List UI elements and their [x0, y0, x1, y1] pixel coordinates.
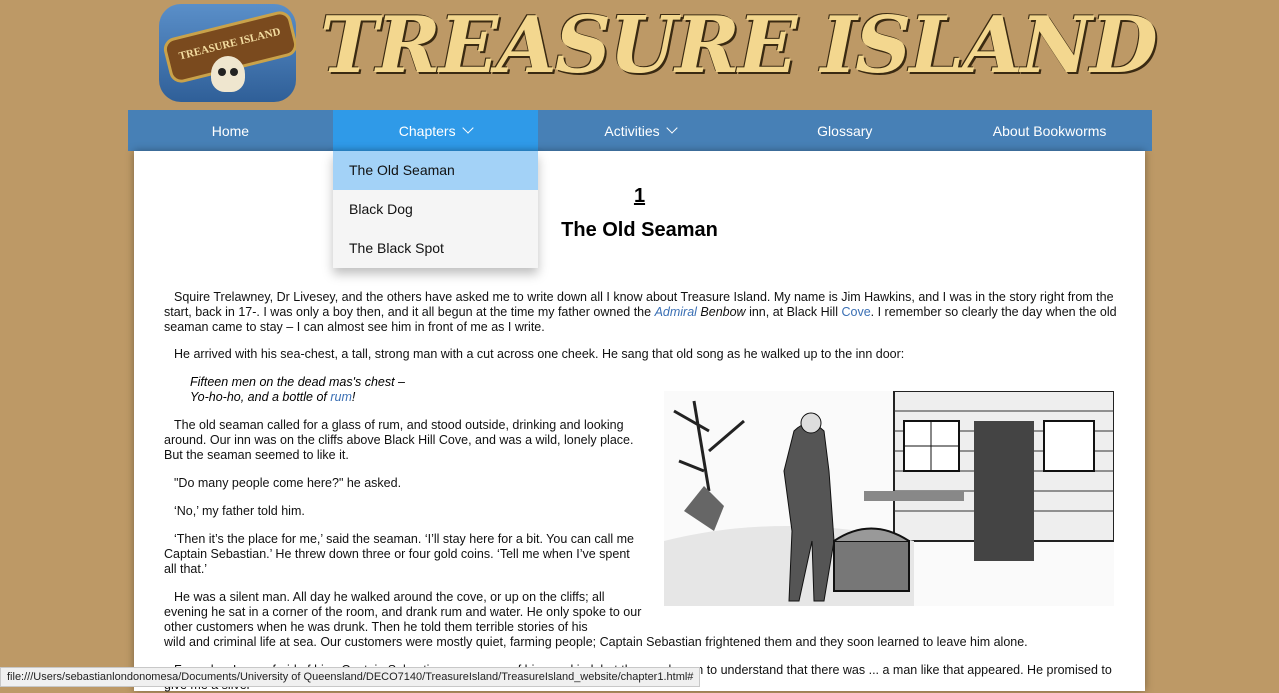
chevron-down-icon — [461, 122, 474, 134]
song-verse: Fifteen men on the dead mas's chest – Yo… — [190, 375, 405, 405]
dropdown-item-old-seaman[interactable]: The Old Seaman — [333, 151, 538, 190]
illustration-drawing — [664, 391, 1114, 606]
chapter-illustration — [664, 391, 1114, 606]
paragraph-text: He arrived with his sea-chest, a tall, s… — [174, 347, 905, 361]
paragraph: He arrived with his sea-chest, a tall, s… — [164, 347, 1124, 362]
paragraph-text: "Do many people come here?" he asked. — [174, 476, 402, 490]
nav-activities[interactable]: Activities — [538, 110, 743, 151]
nav-home-label: Home — [211, 122, 250, 139]
skull-icon — [211, 56, 245, 92]
nav-activities-label: Activities — [604, 122, 660, 139]
chevron-down-icon — [665, 122, 678, 134]
inn-name: Benbow — [696, 305, 746, 319]
verse-line: Fifteen men on the dead mas's chest – — [190, 375, 406, 389]
paragraph: ‘Then it’s the place for me,’ said the s… — [164, 532, 644, 577]
paragraph: Squire Trelawney, Dr Livesey, and the ot… — [164, 290, 1124, 335]
paragraph-text: ‘No,’ my father told him. — [174, 504, 305, 518]
glossary-link-cove[interactable]: Cove — [841, 305, 870, 319]
paragraph: ‘No,’ my father told him. — [164, 504, 644, 519]
paragraph-text: wild and criminal life at sea. Our custo… — [164, 635, 1028, 649]
glossary-link-admiral[interactable]: Admiral — [655, 305, 697, 319]
browser-status-url: file:///Users/sebastianlondonomesa/Docum… — [0, 667, 701, 687]
site-title: TREASURE ISLAND — [320, 0, 1158, 91]
verse-text: ! — [351, 390, 356, 404]
paragraph-text: The old seaman called for a glass of rum… — [164, 418, 634, 462]
nav-about-label: About Bookworms — [992, 122, 1107, 139]
main-nav: Home Chapters Activities Glossary About … — [128, 110, 1152, 151]
nav-chapters[interactable]: Chapters — [332, 110, 538, 151]
paragraph: wild and criminal life at sea. Our custo… — [164, 635, 1124, 650]
paragraph: He was a silent man. All day he walked a… — [164, 590, 644, 635]
chapter-title: The Old Seaman — [561, 219, 718, 241]
verse-text: Yo-ho-ho, and a bottle of — [190, 390, 331, 404]
paragraph: The old seaman called for a glass of rum… — [164, 418, 644, 463]
nav-glossary-label: Glossary — [817, 122, 873, 139]
dropdown-item-black-spot[interactable]: The Black Spot — [333, 229, 538, 268]
paragraph-text: inn, at Black Hill — [745, 305, 842, 319]
dropdown-item-black-dog[interactable]: Black Dog — [333, 190, 538, 229]
nav-home[interactable]: Home — [128, 110, 333, 151]
chapters-dropdown: The Old Seaman Black Dog The Black Spot — [333, 151, 538, 268]
glossary-link-rum[interactable]: rum — [330, 390, 352, 404]
paragraph-text: ‘Then it’s the place for me,’ said the s… — [164, 532, 634, 576]
paragraph-text: He was a silent man. All day he walked a… — [164, 590, 642, 634]
site-logo[interactable]: TREASURE ISLAND — [159, 4, 296, 102]
nav-about[interactable]: About Bookworms — [947, 110, 1152, 151]
verse-line: Yo-ho-ho, and a bottle of rum! — [190, 390, 405, 405]
chapter-number: 1 — [633, 185, 646, 207]
nav-glossary[interactable]: Glossary — [742, 110, 947, 151]
chapter-page: 1 The Old Seaman Squire Trelawney, Dr Li… — [134, 151, 1145, 692]
paragraph: "Do many people come here?" he asked. — [164, 476, 644, 491]
nav-chapters-label: Chapters — [398, 122, 456, 139]
